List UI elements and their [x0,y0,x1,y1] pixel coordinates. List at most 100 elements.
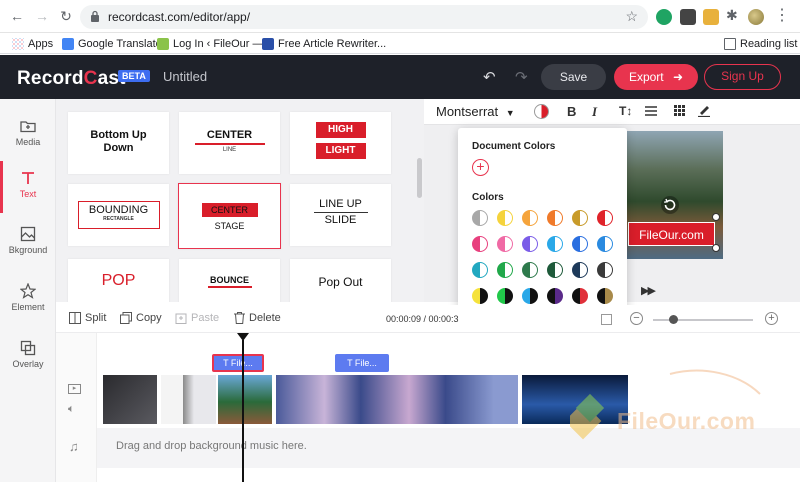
video-clip[interactable] [276,375,518,424]
volume-icon[interactable]: 🔈︎ [68,403,75,416]
text-track-clip[interactable]: T File... [212,354,264,372]
video-track-icon[interactable]: ▸ [68,384,81,394]
sidebar-item-overlay[interactable]: Overlay [0,331,56,383]
document-title[interactable]: Untitled [163,69,207,84]
sidebar-item-label: Bkground [8,245,48,255]
highlight-pen-icon[interactable] [698,104,710,117]
sidebar-item-text[interactable]: Text [0,161,56,213]
color-swatch[interactable] [597,288,613,304]
template-bottom-up-down[interactable]: Bottom Up Down [68,112,169,174]
color-swatch[interactable] [597,262,613,278]
video-clip[interactable] [103,375,157,424]
back-icon[interactable]: ← [10,9,24,23]
italic-button[interactable]: I [592,104,597,120]
bookmark-label: Free Article Rewriter... [278,37,387,50]
delete-button[interactable]: Delete [234,312,281,324]
resize-handle[interactable] [712,244,720,252]
panel-scrollbar[interactable] [417,158,422,198]
forward-icon[interactable]: → [35,9,49,23]
copy-button[interactable]: Copy [120,312,162,324]
color-swatch[interactable] [522,236,538,252]
template-line [313,212,368,213]
color-swatch[interactable] [522,262,538,278]
template-bounding-rectangle[interactable]: BOUNDING RECTANGLE [68,184,169,246]
text-track-clip[interactable]: T File... [335,354,389,372]
color-swatch[interactable] [597,210,613,226]
bold-button[interactable]: B [567,104,576,119]
bookmark-star-icon[interactable]: ☆ [625,8,638,25]
sidebar-item-background[interactable]: Bkground [0,217,56,269]
grid-spacing-icon[interactable] [674,105,685,116]
paste-button[interactable]: Paste [175,312,219,324]
reading-list[interactable]: Reading list [724,36,797,51]
puzzle-extensions-icon[interactable]: ✱ [726,7,742,23]
color-swatch[interactable] [497,210,513,226]
edit-toolbar: Split Copy Paste Delete 00:00:09 / 00:00… [56,305,800,333]
template-center-line[interactable]: CENTER LINE [179,112,280,174]
color-swatch[interactable] [547,236,563,252]
template-pop-out[interactable]: Pop Out [290,259,391,302]
bookmark-article-rewriter[interactable]: Free Article Rewriter... [262,36,386,51]
color-swatch[interactable] [522,210,538,226]
video-clip[interactable] [161,375,216,424]
color-swatch[interactable] [497,262,513,278]
undo-icon[interactable]: ↶ [483,68,496,86]
browser-menu-icon[interactable]: ⋮ [774,8,790,24]
template-pop[interactable]: POP [68,259,169,302]
color-swatch[interactable] [572,210,588,226]
color-swatch[interactable] [572,288,588,304]
add-document-color-button[interactable]: + [472,159,489,176]
text-size-icon[interactable]: T↕ [619,104,632,118]
save-button[interactable]: Save [541,64,606,90]
extension-icon[interactable] [680,9,696,25]
split-button[interactable]: Split [69,312,106,324]
zoom-slider-track[interactable] [653,319,753,321]
redo-icon[interactable]: ↷ [515,68,528,86]
template-line-up-slide[interactable]: LINE UP SLIDE [290,184,391,246]
export-button[interactable]: Export ➜ [614,64,698,90]
template-center-stage[interactable]: CENTER STAGE [178,183,281,249]
color-swatch[interactable] [497,236,513,252]
color-swatch[interactable] [472,236,488,252]
sign-up-button[interactable]: Sign Up [704,64,781,90]
sidebar-item-element[interactable]: Element [0,274,56,326]
profile-avatar[interactable] [748,9,764,25]
address-bar[interactable]: recordcast.com/editor/app/ ☆ [80,5,648,29]
color-swatch[interactable] [497,288,513,304]
fast-forward-icon[interactable]: ▶▶ [641,284,656,297]
template-text: POP [101,272,136,289]
color-swatch[interactable] [572,236,588,252]
video-clip[interactable] [218,375,272,424]
extension-badge-icon[interactable] [703,9,719,25]
color-swatch[interactable] [472,210,488,226]
color-swatch[interactable] [522,288,538,304]
grammarly-extension-icon[interactable] [656,9,672,25]
template-bounce[interactable]: BOUNCE [179,259,280,302]
color-swatch[interactable] [547,262,563,278]
color-swatch[interactable] [597,236,613,252]
template-text: Down [103,142,134,154]
fit-screen-icon[interactable] [601,314,612,325]
zoom-in-button[interactable]: + [765,312,778,325]
resize-handle[interactable] [712,213,720,221]
recordcast-logo[interactable]: RecordCast [17,68,126,90]
text-color-picker[interactable] [534,104,549,119]
playhead[interactable] [242,340,244,482]
color-swatch[interactable] [572,262,588,278]
font-family-select[interactable]: Montserrat ▼ [436,104,515,119]
bookmark-apps[interactable]: Apps [12,36,53,51]
align-icon[interactable] [645,106,657,116]
template-highlight[interactable]: HIGH LIGHT [290,112,391,174]
color-swatch[interactable] [472,262,488,278]
canvas-text-element[interactable]: FileOur.com [628,222,715,246]
rotate-icon[interactable] [660,195,680,215]
color-swatch[interactable] [547,288,563,304]
color-swatch[interactable] [547,210,563,226]
zoom-out-button[interactable]: − [630,312,643,325]
color-swatch[interactable] [472,288,488,304]
zoom-slider-handle[interactable] [669,315,678,324]
bookmark-fileour-login[interactable]: Log In ‹ FileOur —... [157,36,273,51]
sidebar-item-media[interactable]: Media [0,109,56,161]
bookmark-google-translate[interactable]: Google Translate [62,36,162,51]
reload-icon[interactable]: ↻ [59,9,73,23]
